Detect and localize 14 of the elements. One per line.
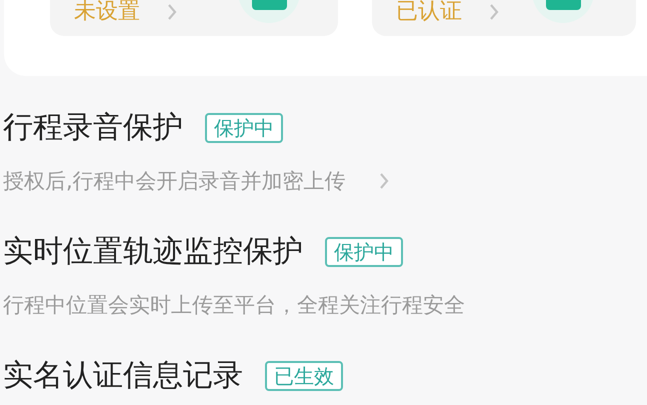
status-badge: 已生效	[265, 361, 343, 391]
section-description: 授权后,行程中会开启录音并加密上传	[3, 168, 346, 195]
section-title: 行程录音保护	[3, 109, 183, 147]
status-badge: 保护中	[325, 237, 403, 267]
option-card[interactable]: 未设置	[50, 0, 338, 36]
status-text: 未设置	[74, 0, 140, 24]
status-badge: 保护中	[205, 113, 283, 143]
option-card[interactable]: 已认证	[372, 0, 636, 36]
section-description: 行程中位置会实时上传至平台，全程关注行程安全	[3, 292, 465, 319]
section-title: 实名认证信息记录	[3, 357, 243, 395]
chevron-right-icon	[488, 3, 500, 21]
status-text: 已认证	[396, 0, 462, 24]
chevron-right-icon	[166, 3, 178, 21]
section-title: 实时位置轨迹监控保护	[3, 233, 303, 271]
